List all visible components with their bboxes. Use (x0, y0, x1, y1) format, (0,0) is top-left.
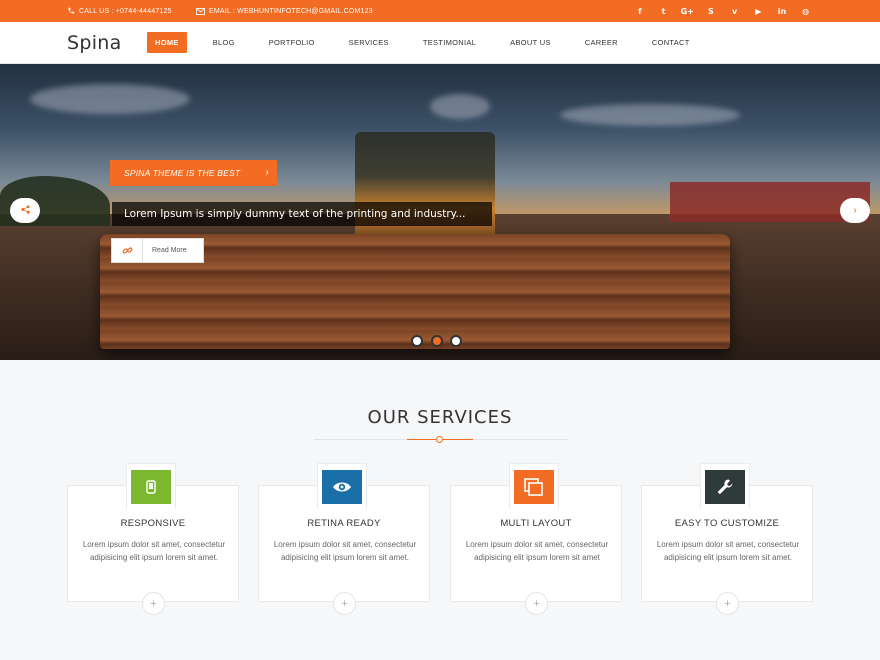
divider-dot (436, 436, 443, 443)
nav-career[interactable]: CAREER (577, 32, 626, 53)
plus-icon[interactable]: + (142, 592, 165, 615)
nav-portfolio[interactable]: PORTFOLIO (261, 32, 323, 53)
read-more-button[interactable]: Read More (111, 238, 204, 263)
email-text[interactable]: EMAIL : WEBHUNTINFOTECH@GMAIL.COM123 (209, 8, 373, 15)
services-title: OUR SERVICES (367, 407, 513, 428)
top-bar: CALL US : +0744-44447125 EMAIL : WEBHUNT… (0, 0, 880, 22)
linkedin-icon[interactable]: in (770, 0, 794, 22)
read-more-label: Read More (152, 247, 187, 254)
google-plus-icon[interactable]: G+ (675, 0, 699, 22)
nav-blog[interactable]: BLOG (205, 32, 243, 53)
skype-icon[interactable]: S (699, 0, 723, 22)
service-text: Lorem ipsum dolor sit amet, consectetur … (273, 540, 417, 562)
slider-dots (411, 335, 470, 347)
hero-badge-text: SPINA THEME IS THE BEST (124, 168, 241, 178)
plus-icon[interactable]: + (525, 592, 548, 615)
slider-dot-2[interactable] (430, 335, 443, 347)
service-card-responsive[interactable]: RESPONSIVE Lorem ipsum dolor sit amet, c… (67, 463, 239, 615)
hero-slider: SPINA THEME IS THE BEST › Lorem Ipsum is… (0, 64, 880, 360)
service-icon-box (126, 463, 176, 509)
link-icon (112, 239, 143, 262)
chevron-right-icon: › (265, 167, 269, 178)
eye-icon (322, 469, 362, 504)
slider-prev-button[interactable] (10, 198, 40, 223)
hero-badge[interactable]: SPINA THEME IS THE BEST › (110, 160, 277, 186)
service-title: EASY TO CUSTOMIZE (674, 518, 780, 529)
service-title: MULTI LAYOUT (500, 518, 572, 529)
service-card-easy-to-customize[interactable]: EASY TO CUSTOMIZE Lorem ipsum dolor sit … (641, 463, 813, 615)
phone-icon (66, 7, 75, 16)
hero-building (670, 182, 870, 222)
wrench-icon (705, 469, 745, 504)
twitter-icon[interactable]: t (652, 0, 676, 22)
service-title: RETINA READY (307, 518, 381, 529)
hero-cloud (430, 94, 490, 119)
site-header: Spina HOME BLOG PORTFOLIO SERVICES TESTI… (0, 22, 880, 64)
email-info: EMAIL : WEBHUNTINFOTECH@GMAIL.COM123 (196, 0, 373, 22)
service-icon-box (700, 463, 750, 509)
service-card-multi-layout[interactable]: MULTI LAYOUT Lorem ipsum dolor sit amet,… (450, 463, 622, 615)
service-icon-box (509, 463, 559, 509)
share-icon (20, 204, 30, 217)
call-text: CALL US : +0744-44447125 (79, 7, 172, 15)
service-text: Lorem ipsum dolor sit amet, consectetur … (465, 540, 609, 562)
service-title: RESPONSIVE (120, 518, 186, 529)
hero-cloud (30, 84, 190, 114)
slider-dot-3[interactable] (450, 335, 462, 347)
chevron-right-icon: › (853, 205, 857, 216)
service-icon-box (317, 463, 367, 509)
slider-next-button[interactable]: › (840, 198, 870, 223)
main-nav: HOME BLOG PORTFOLIO SERVICES TESTIMONIAL… (147, 32, 716, 53)
slider-dot-1[interactable] (411, 335, 423, 347)
vimeo-icon[interactable]: v (723, 0, 747, 22)
plus-icon[interactable]: + (333, 592, 356, 615)
hero-caption: Lorem Ipsum is simply dummy text of the … (112, 202, 492, 226)
mobile-icon (131, 469, 171, 504)
section-divider (314, 436, 568, 443)
social-links: f t G+ S v ▶ in ◍ (628, 0, 818, 22)
plus-icon[interactable]: + (716, 592, 739, 615)
call-info: CALL US : +0744-44447125 (66, 0, 172, 22)
envelope-icon (196, 7, 205, 16)
facebook-icon[interactable]: f (628, 0, 652, 22)
hero-cloud (560, 104, 740, 126)
service-card-retina-ready[interactable]: RETINA READY Lorem ipsum dolor sit amet,… (258, 463, 430, 615)
nav-contact[interactable]: CONTACT (644, 32, 698, 53)
site-logo[interactable]: Spina (67, 32, 122, 54)
nav-home[interactable]: HOME (147, 32, 187, 53)
service-text: Lorem ipsum dolor sit amet, consectetur … (82, 540, 226, 562)
youtube-icon[interactable]: ▶ (746, 0, 770, 22)
service-text: Lorem ipsum dolor sit amet, consectetur … (656, 540, 800, 562)
nav-about-us[interactable]: ABOUT US (502, 32, 559, 53)
nav-services[interactable]: SERVICES (341, 32, 397, 53)
dribbble-icon[interactable]: ◍ (794, 0, 818, 22)
layers-icon (514, 469, 554, 504)
nav-testimonial[interactable]: TESTIMONIAL (415, 32, 484, 53)
